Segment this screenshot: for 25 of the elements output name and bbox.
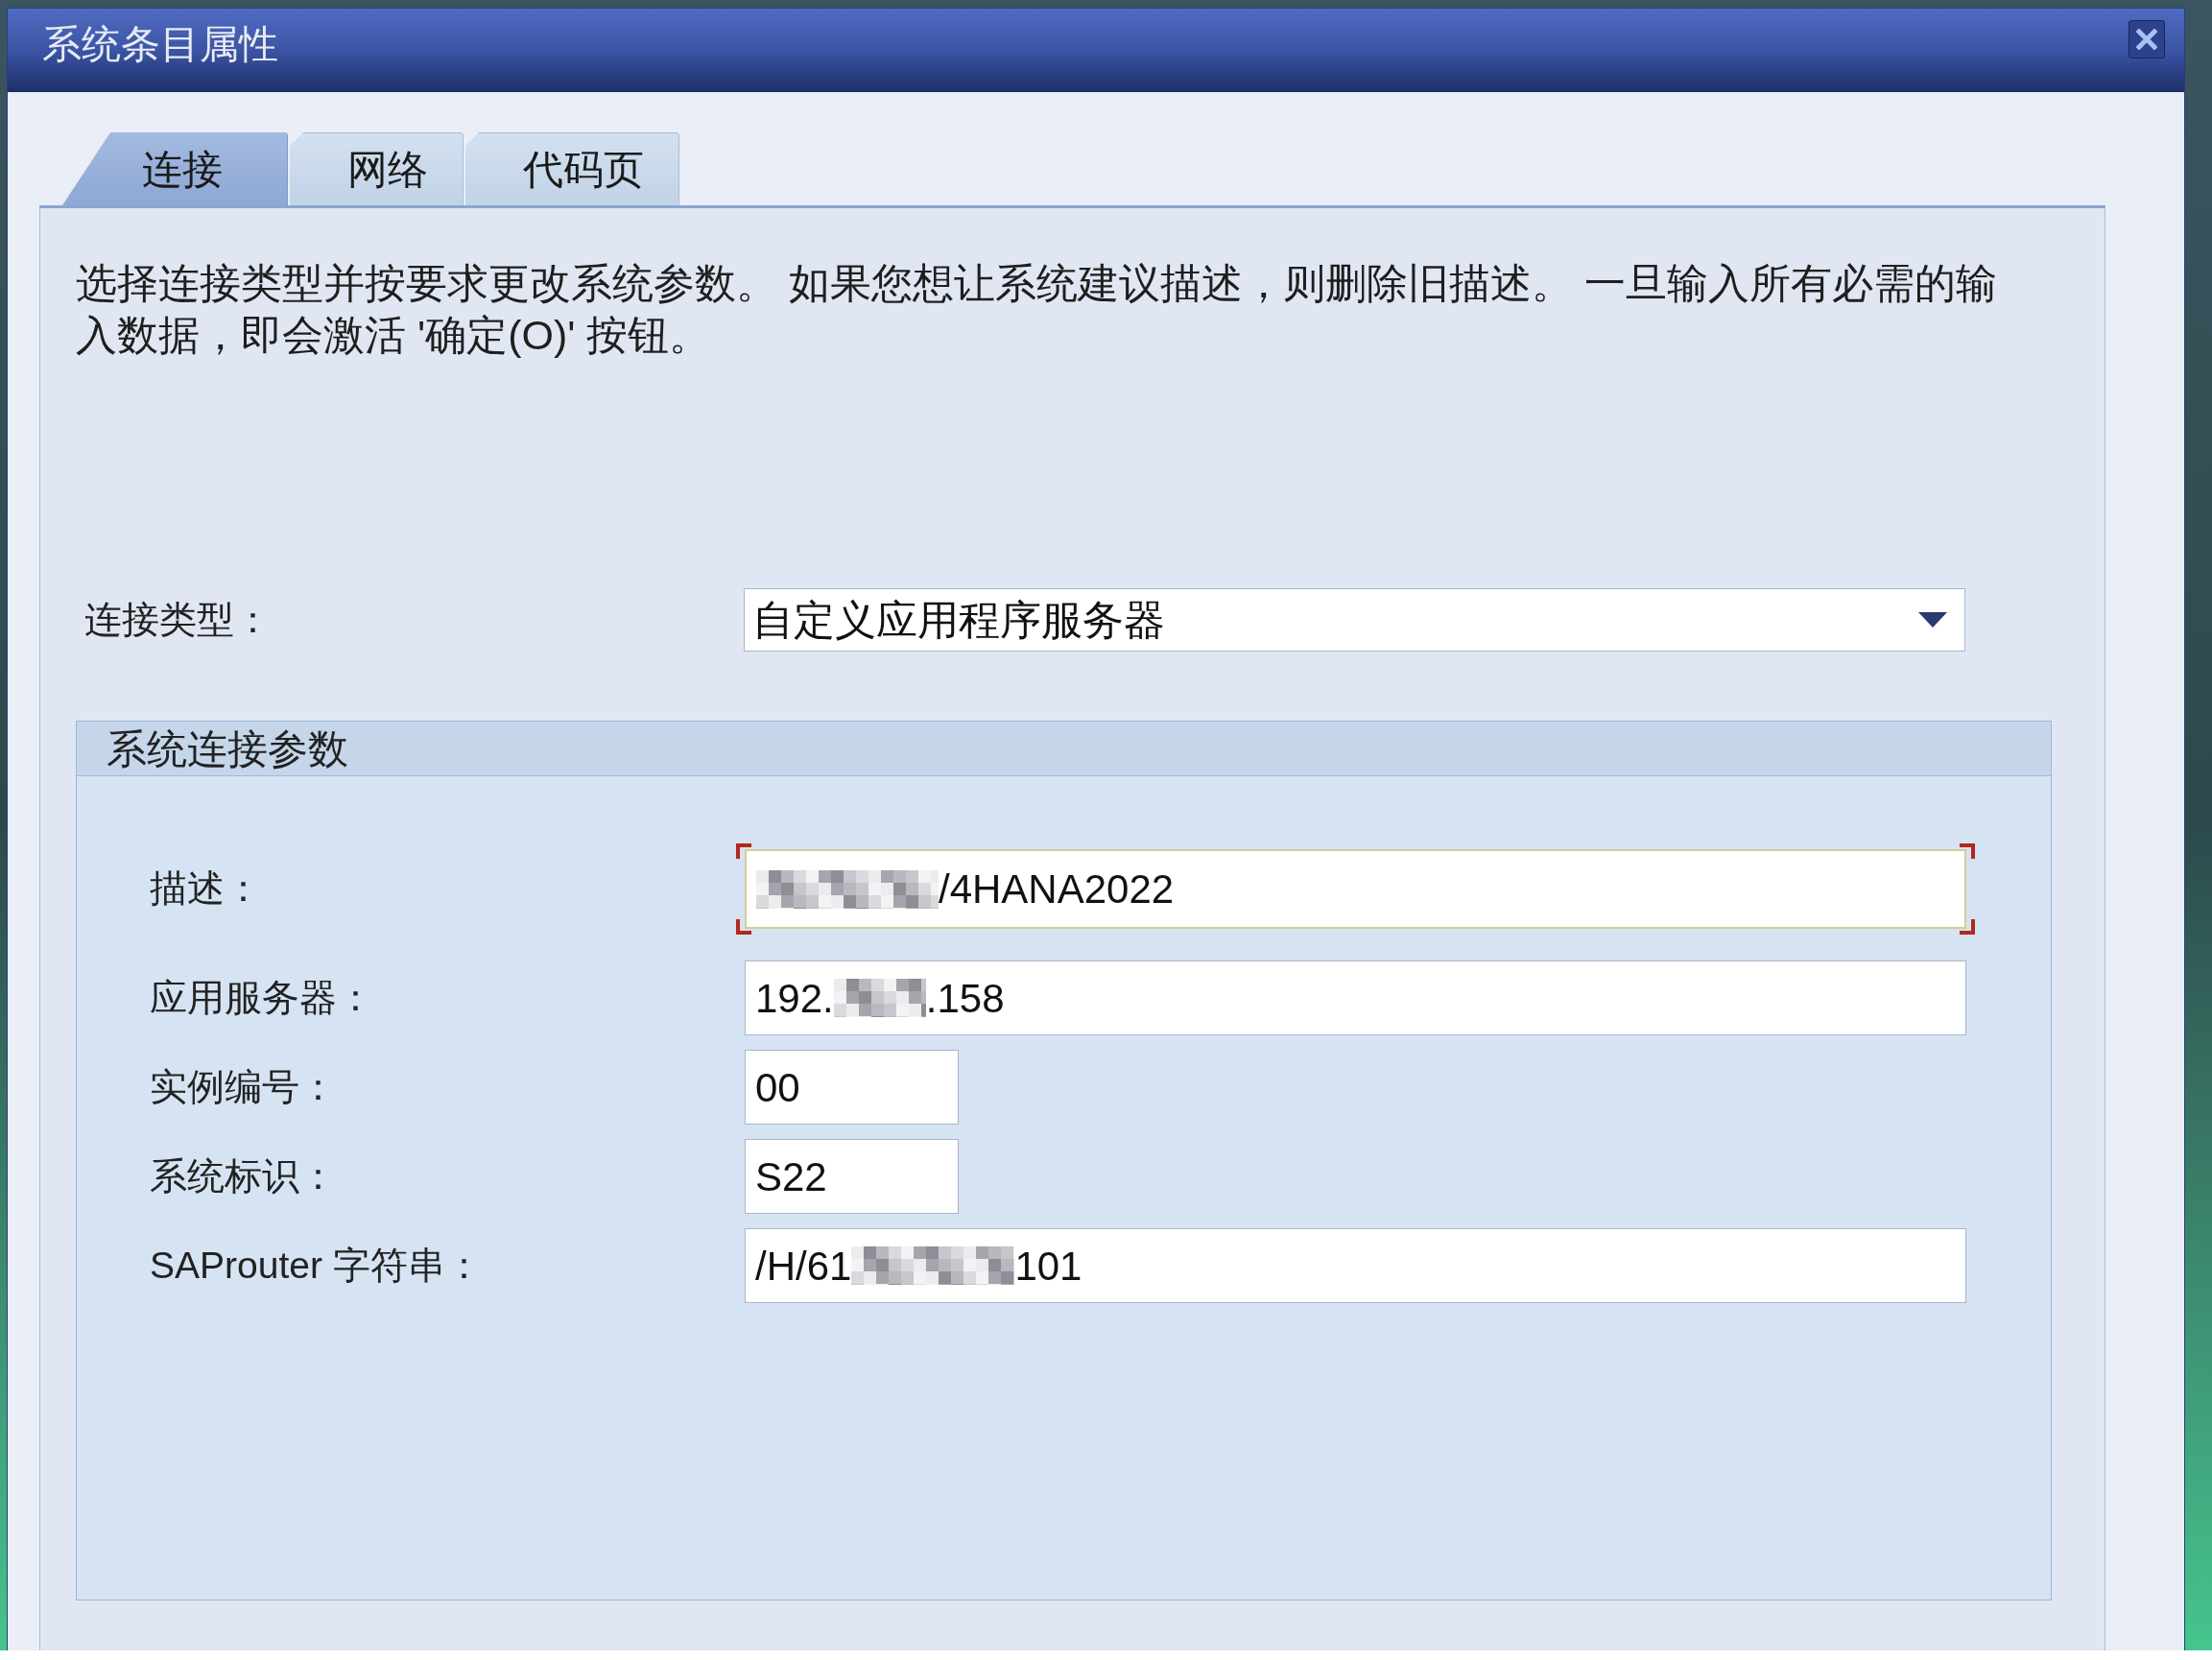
- tab[interactable]: 连接: [62, 132, 288, 205]
- field-label: 系统标识：: [150, 1153, 338, 1198]
- field-label: 描述：: [150, 866, 263, 912]
- text-field[interactable]: 192. .158: [745, 960, 1966, 1035]
- text-field[interactable]: 00: [745, 1050, 959, 1125]
- text-field[interactable]: S22: [745, 1139, 959, 1214]
- tab[interactable]: 代码页: [465, 132, 679, 205]
- tab[interactable]: 网络: [290, 132, 464, 205]
- close-icon: [2136, 29, 2157, 50]
- window-title: 系统条目属性: [42, 25, 278, 64]
- connection-type-dropdown[interactable]: 自定义应用程序服务器: [744, 588, 1965, 652]
- pixelated-blur-icon: [851, 1246, 1015, 1285]
- field-label: 应用服务器：: [150, 975, 375, 1020]
- instruction-text: 选择连接类型并按要求更改系统参数。 如果您想让系统建议描述，则删除旧描述。 一旦输入所有必需的输入数据，即会激活 '确定(O)' 按钮。: [76, 259, 1998, 360]
- text-field[interactable]: /4HANA2022: [745, 849, 1966, 929]
- group-title: 系统连接参数: [107, 724, 348, 773]
- field-label: SAProuter 字符串：: [150, 1243, 484, 1288]
- text-field[interactable]: /H/61 101: [745, 1228, 1966, 1303]
- close-button[interactable]: [2129, 20, 2165, 59]
- pixelated-blur-icon: [833, 979, 926, 1017]
- caret-down-icon: [1918, 612, 1947, 628]
- connection-type-label: 连接类型：: [83, 597, 273, 642]
- focus-bracket-icon: [736, 843, 1975, 935]
- field-label: 实例编号：: [150, 1064, 338, 1109]
- pixelated-blur-icon: [756, 869, 939, 909]
